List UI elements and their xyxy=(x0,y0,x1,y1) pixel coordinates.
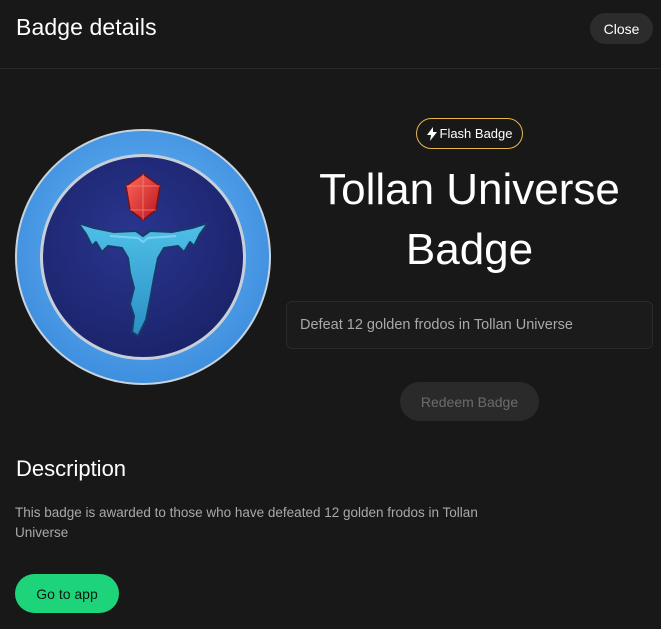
go-to-app-button[interactable]: Go to app xyxy=(15,574,119,613)
description-text: This badge is awarded to those who have … xyxy=(15,505,478,540)
badge-task-text: Defeat 12 golden frodos in Tollan Univer… xyxy=(300,317,573,333)
modal-title: Badge details xyxy=(16,14,157,40)
badge-task-box: Defeat 12 golden frodos in Tollan Univer… xyxy=(286,301,653,349)
redeem-badge-button[interactable]: Redeem Badge xyxy=(400,382,539,421)
flash-badge-tag: Flash Badge xyxy=(416,118,523,149)
flash-badge-label: Flash Badge xyxy=(439,126,513,141)
badge-title: Tollan Universe Badge xyxy=(319,165,620,274)
tollan-t-emblem-icon xyxy=(15,129,271,385)
badge-image xyxy=(14,128,272,386)
modal-header: Badge details Close xyxy=(0,0,661,69)
lightning-icon xyxy=(426,126,437,141)
close-button[interactable]: Close xyxy=(590,13,653,44)
badge-details-modal: Badge details Close Flash Badge Tollan U… xyxy=(0,0,661,629)
description-heading: Description xyxy=(16,456,127,481)
